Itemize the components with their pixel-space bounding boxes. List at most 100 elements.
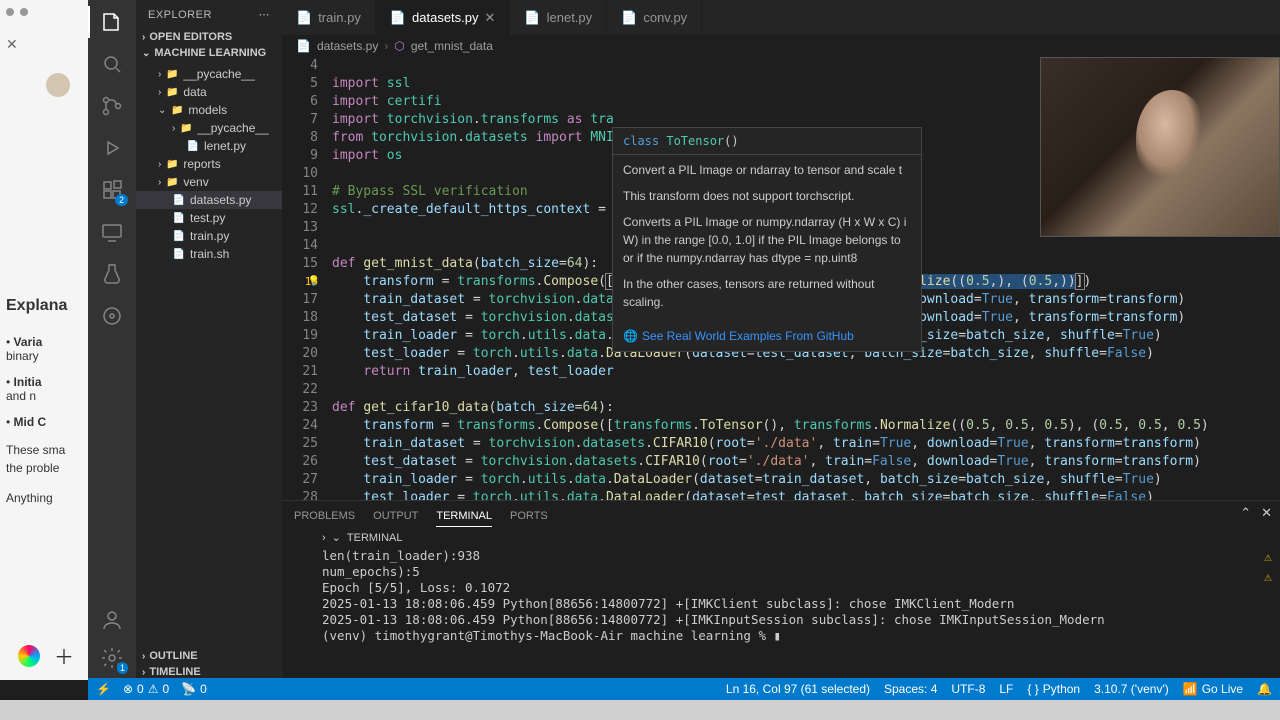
breadcrumb[interactable]: 📄 datasets.py › ⬡ get_mnist_data [282, 35, 1280, 57]
chevron-right-icon: › [142, 32, 145, 43]
folder-icon: 📁 [170, 103, 184, 117]
remote-indicator[interactable]: ⚡ [96, 682, 111, 696]
language-status[interactable]: { } Python [1027, 682, 1080, 696]
file-icon: 📄 [621, 10, 637, 26]
editor-tab[interactable]: 📄datasets.py✕ [376, 0, 511, 35]
open-editors-section[interactable]: › OPEN EDITORS [136, 29, 282, 45]
paragraph: These sma the proble [6, 441, 82, 477]
folder-item[interactable]: ›📁venv [136, 173, 282, 191]
broadcast-icon: 📶 [1183, 682, 1198, 696]
file-icon: 📄 [524, 10, 540, 26]
editor-tab[interactable]: 📄train.py [282, 0, 376, 35]
hover-link[interactable]: 🌐See Real World Examples From GitHub [623, 329, 854, 343]
jupyter-icon[interactable] [100, 304, 124, 328]
symbol-icon: ⬡ [394, 39, 404, 53]
outline-section[interactable]: › OUTLINE [136, 648, 282, 664]
file-icon: 📄 [172, 247, 186, 261]
copilot-icon[interactable] [18, 645, 40, 667]
more-icon[interactable]: ⋯ [259, 8, 271, 21]
file-item[interactable]: 📄lenet.py [136, 137, 282, 155]
maximize-panel-icon[interactable]: ⌃ [1240, 505, 1251, 521]
encoding-status[interactable]: UTF-8 [951, 682, 985, 696]
avatar [46, 73, 70, 97]
hover-text: Convert a PIL Image or ndarray to tensor… [623, 161, 911, 179]
chevron-down-icon: ⌄ [158, 105, 166, 116]
close-icon[interactable]: ✕ [485, 10, 496, 26]
hover-signature: class ToTensor() [613, 128, 921, 155]
editor-tab[interactable]: 📄conv.py [607, 0, 702, 35]
chevron-right-icon: › [172, 123, 175, 134]
editor-tab[interactable]: 📄lenet.py [510, 0, 607, 35]
warning-icon: ⚠ [148, 682, 159, 696]
panel-tab[interactable]: PORTS [510, 506, 548, 526]
panel-tab[interactable]: PROBLEMS [294, 506, 355, 526]
panel-tabs: PROBLEMS OUTPUT TERMINAL PORTS [282, 501, 1280, 531]
cursor-position[interactable]: Ln 16, Col 97 (61 selected) [726, 682, 870, 696]
folder-icon: 📁 [165, 67, 179, 81]
remote-icon[interactable] [100, 220, 124, 244]
folder-icon: 📁 [165, 175, 179, 189]
file-icon: 📄 [172, 229, 186, 243]
file-item[interactable]: 📄test.py [136, 209, 282, 227]
globe-icon: 🌐 [623, 329, 638, 343]
macos-dock [0, 700, 1280, 720]
file-item[interactable]: 📄datasets.py [136, 191, 282, 209]
workspace-section[interactable]: ⌄ MACHINE LEARNING [136, 45, 282, 61]
browser-tab-dot [6, 8, 14, 16]
ports-status[interactable]: 📡0 [181, 682, 207, 696]
panel-tab[interactable]: OUTPUT [373, 506, 418, 526]
bottom-panel: PROBLEMS OUTPUT TERMINAL PORTS ⌃ ✕ › ⌄ TERM… [282, 500, 1280, 680]
background-browser-pane: ✕ Explana • Variabinary• Initiaand n• Mi… [0, 0, 88, 680]
source-control-icon[interactable] [100, 94, 124, 118]
close-panel-icon[interactable]: ✕ [1261, 505, 1272, 521]
eol-status[interactable]: LF [999, 682, 1013, 696]
warning-icon: ⚠ [1264, 570, 1272, 586]
folder-item[interactable]: ›📁__pycache__ [136, 119, 282, 137]
hover-text: Converts a PIL Image or numpy.ndarray (H… [623, 213, 911, 267]
hover-tooltip: class ToTensor() Convert a PIL Image or … [612, 127, 922, 352]
file-icon: 📄 [186, 139, 200, 153]
new-chat-icon[interactable]: ＋ [54, 641, 74, 670]
file-icon: 📄 [172, 211, 186, 225]
vscode-window: 2 1 EXPLORER ⋯ › OPEN EDITORS ⌄ MACHINE … [88, 0, 1280, 680]
folder-item[interactable]: ›📁__pycache__ [136, 65, 282, 83]
bullet-item: • Mid C [6, 415, 82, 429]
sidebar-title: EXPLORER ⋯ [136, 0, 282, 29]
close-icon[interactable]: ✕ [6, 36, 82, 53]
error-icon: ⊗ [123, 682, 133, 696]
terminal-output[interactable]: len(train_loader):938 num_epochs):5 Epoc… [282, 546, 1280, 680]
folder-item[interactable]: ⌄📁models [136, 101, 282, 119]
indentation-status[interactable]: Spaces: 4 [884, 682, 937, 696]
heading: Explana [6, 297, 82, 315]
chevron-down-icon: ⌄ [142, 48, 150, 59]
explorer-icon[interactable] [100, 10, 124, 34]
notifications-icon[interactable]: 🔔 [1257, 682, 1272, 696]
file-icon: 📄 [390, 10, 406, 26]
run-debug-icon[interactable] [100, 136, 124, 160]
account-icon[interactable] [100, 608, 124, 632]
folder-icon: 📁 [165, 157, 179, 171]
editor-group: 📄train.py📄datasets.py✕📄lenet.py📄conv.py … [282, 0, 1280, 680]
file-icon: 📄 [172, 193, 186, 207]
file-item[interactable]: 📄train.py [136, 227, 282, 245]
extensions-icon[interactable]: 2 [100, 178, 124, 202]
folder-item[interactable]: ›📁reports [136, 155, 282, 173]
problems-status[interactable]: ⊗0 ⚠0 [123, 682, 169, 696]
go-live-button[interactable]: 📶 Go Live [1183, 682, 1243, 696]
file-icon: 📄 [296, 39, 311, 53]
gear-icon[interactable]: 1 [100, 646, 124, 670]
testing-icon[interactable] [100, 262, 124, 286]
activity-bar: 2 1 [88, 0, 136, 680]
hover-text: This transform does not support torchscr… [623, 187, 911, 205]
folder-item[interactable]: ›📁data [136, 83, 282, 101]
browser-tab-dot [20, 8, 28, 16]
folder-icon: 📁 [179, 121, 193, 135]
search-icon[interactable] [100, 52, 124, 76]
file-item[interactable]: 📄train.sh [136, 245, 282, 263]
interpreter-status[interactable]: 3.10.7 ('venv') [1094, 682, 1169, 696]
chevron-right-icon: › [322, 532, 326, 544]
panel-tab[interactable]: TERMINAL [436, 506, 492, 527]
terminal-label: TERMINAL [347, 532, 403, 544]
editor-tabs: 📄train.py📄datasets.py✕📄lenet.py📄conv.py [282, 0, 1280, 35]
chevron-down-icon: ⌄ [332, 531, 341, 544]
